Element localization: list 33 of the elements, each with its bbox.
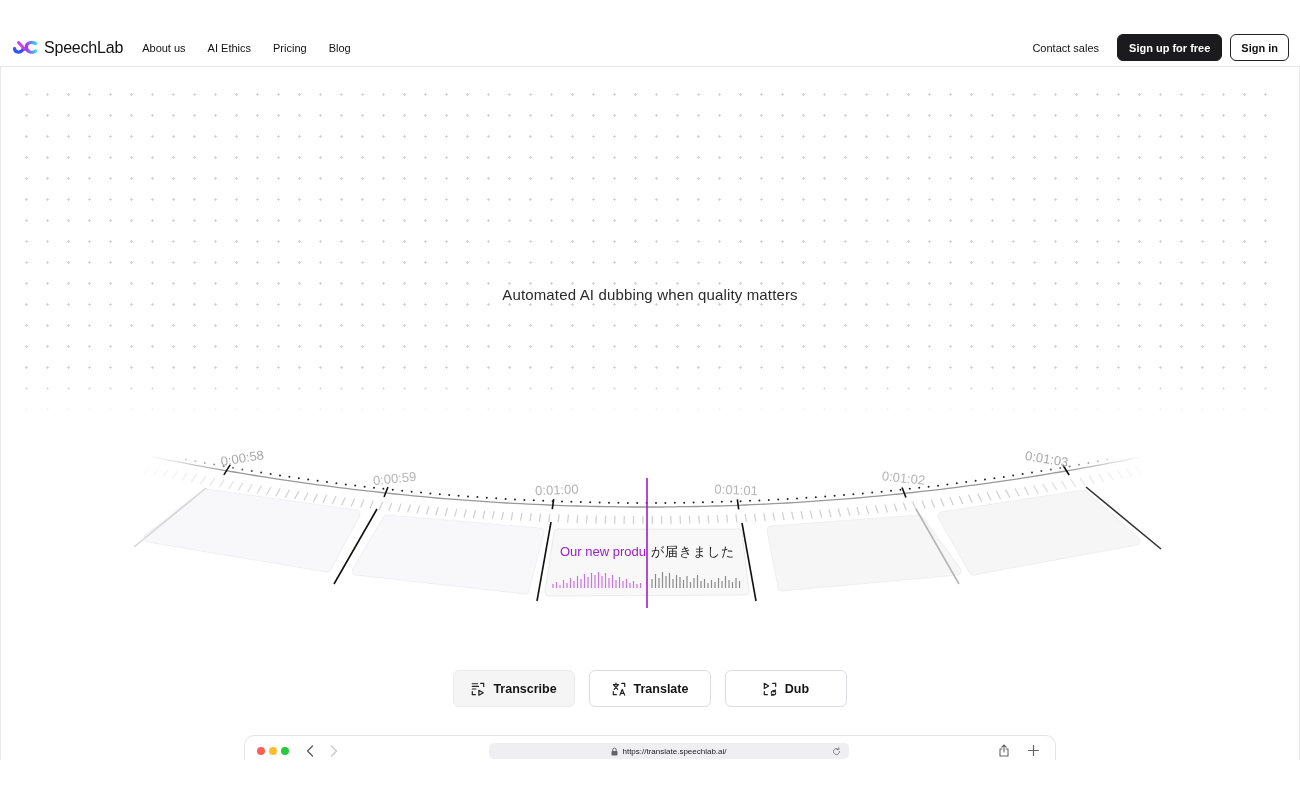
nav-link[interactable]: Pricing [273, 41, 307, 54]
back-icon[interactable] [306, 745, 314, 757]
plus-icon[interactable] [1028, 745, 1039, 756]
logo-icon[interactable] [12, 40, 38, 55]
contact-sales-link[interactable]: Contact sales [1032, 41, 1100, 54]
maximize-window-icon[interactable] [281, 747, 289, 755]
timestamp-label: 0:00:58 [219, 447, 265, 470]
hero-title: Automated AI dubbing when quality matters [502, 286, 798, 304]
signup-button[interactable]: Sign up for free [1117, 34, 1223, 61]
mode-tab[interactable]: Dub [725, 670, 847, 707]
timestamp-label: 0:01:01 [714, 481, 759, 499]
translate-icon [611, 681, 626, 696]
timestamp-label: 0:01:02 [881, 468, 926, 488]
signin-button[interactable]: Sign in [1230, 34, 1289, 61]
reload-icon[interactable] [832, 746, 841, 756]
mode-tab[interactable]: Transcribe [453, 670, 575, 707]
timestamp-label: 0:00:59 [372, 468, 417, 489]
caption-source-text: Our new produ [560, 544, 646, 559]
minimize-window-icon[interactable] [269, 747, 277, 755]
close-window-icon[interactable] [257, 747, 265, 755]
brand-name[interactable]: SpeechLab [44, 38, 124, 57]
timestamp-label: 0:01:03 [1024, 448, 1070, 470]
play-loop-icon [762, 681, 777, 696]
caption-translation-text: が届きました [651, 544, 735, 559]
address-field[interactable]: https://translate.speechlab.ai/ [489, 743, 849, 759]
nav-link[interactable]: About us [142, 41, 186, 54]
text-play-icon [471, 681, 486, 696]
lock-icon [611, 746, 619, 756]
timestamp-label: 0:01:00 [534, 481, 579, 499]
nav-link[interactable]: Blog [328, 41, 351, 54]
mode-tab[interactable]: Translate [589, 670, 711, 707]
nav-link[interactable]: AI Ethics [207, 41, 251, 54]
share-icon[interactable] [999, 744, 1009, 757]
